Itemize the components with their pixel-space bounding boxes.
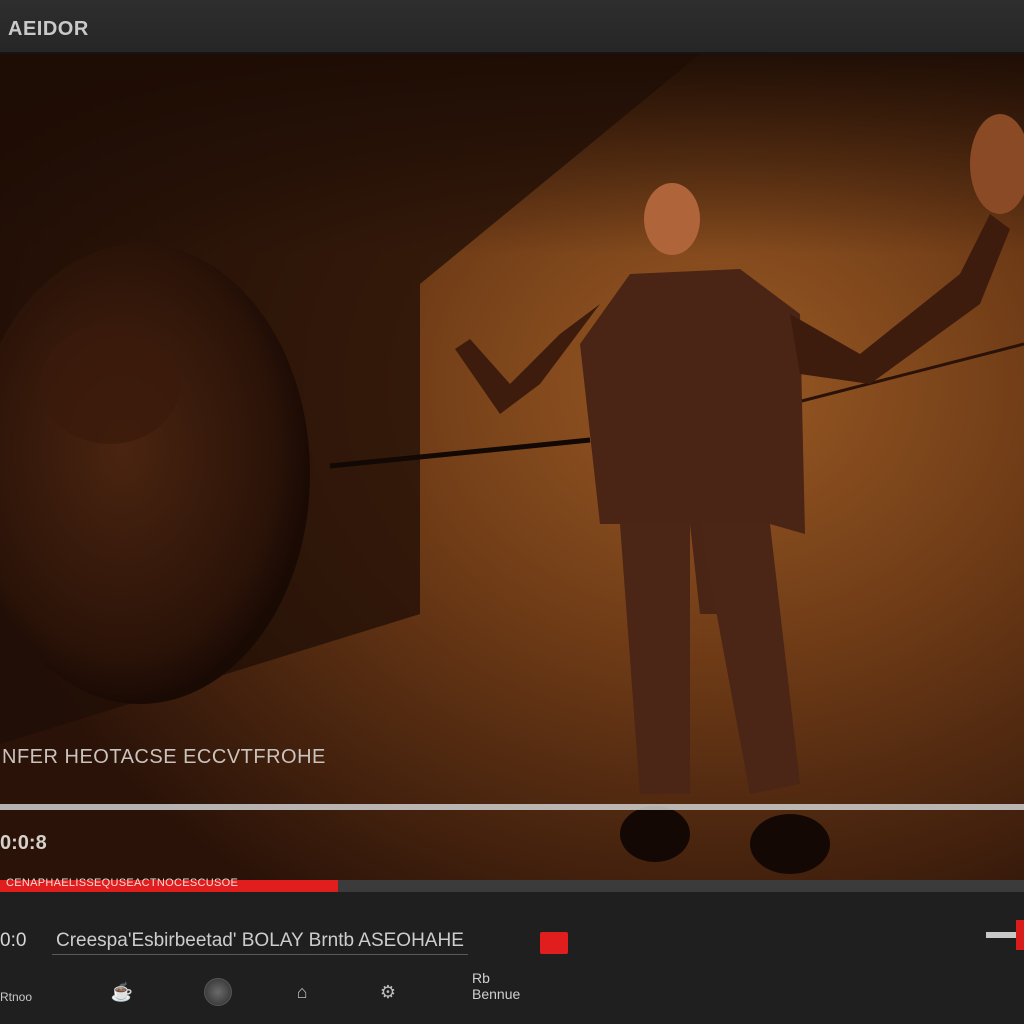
- bottom-right-label[interactable]: Rb Bennue: [472, 970, 520, 1002]
- window-title: AEIDOR: [8, 18, 89, 40]
- video-title: Creespa'Esbirbeetad' BOLAY Brntb ASEOHAH…: [52, 928, 468, 955]
- time-label: 0:0: [0, 930, 27, 951]
- title-bar: AEIDOR: [0, 0, 1024, 54]
- subtitle-caption: NFER HEOTACSE ECCVTFROHE: [2, 746, 326, 768]
- seek-bar[interactable]: CENAPHAELISSEQUSEACTNOCESCUSOE: [0, 877, 1024, 892]
- video-divider: [0, 804, 1024, 810]
- bottom-toolbar: Rtnoo ☕ ⌂ ⚙ Rb Bennue: [0, 970, 1024, 1014]
- elapsed-time: 0:0:8: [0, 832, 47, 854]
- seek-bar-label: CENAPHAELISSEQUSEACTNOCESCUSOE: [6, 877, 239, 889]
- live-badge[interactable]: [540, 932, 568, 954]
- home-icon[interactable]: ⌂: [286, 976, 318, 1008]
- bottom-label: Rtnoo: [0, 990, 33, 1004]
- settings-icon[interactable]: ⚙: [372, 976, 404, 1008]
- volume-slider-thumb[interactable]: [1016, 920, 1024, 950]
- seek-bar-progress: CENAPHAELISSEQUSEACTNOCESCUSOE: [0, 877, 338, 892]
- video-player[interactable]: NFER HEOTACSE ECCVTFROHE 0:0:8: [0, 54, 1024, 884]
- cup-icon[interactable]: ☕: [106, 976, 138, 1008]
- circle-button-icon[interactable]: [202, 976, 234, 1008]
- control-bar: 0:0 Creespa'Esbirbeetad' BOLAY Brntb ASE…: [0, 892, 1024, 1024]
